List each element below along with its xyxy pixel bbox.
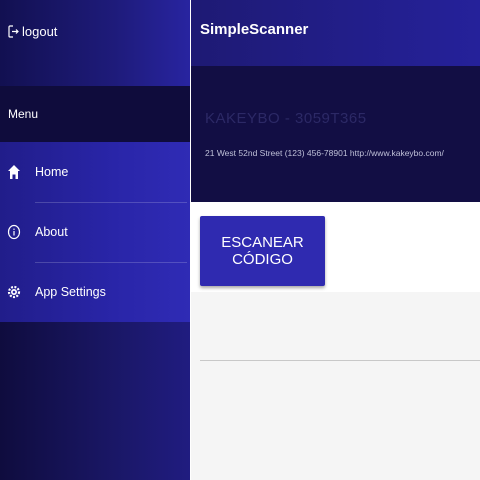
company-address: 21 West 52nd Street (123) 456-78901 http…: [205, 148, 444, 158]
sidebar-item-about[interactable]: About: [0, 202, 190, 262]
sidebar-item-home[interactable]: Home: [0, 142, 190, 202]
scan-code-button[interactable]: ESCANEAR CÓDIGO: [200, 216, 325, 286]
side-menu-empty-area: [0, 322, 190, 480]
scan-section: ESCANEAR CÓDIGO: [191, 202, 480, 292]
sidebar-item-app-settings[interactable]: App Settings: [0, 262, 190, 322]
menu-title: Menu: [8, 107, 39, 121]
logout-icon: [8, 24, 19, 38]
scan-result-area: [191, 292, 480, 480]
app-title: SimpleScanner: [200, 21, 309, 38]
company-name: KAKEYBO - 3059T365: [205, 110, 367, 127]
result-divider: [200, 360, 480, 361]
menu-title-bar: Menu: [0, 86, 190, 142]
sidebar-item-label: About: [35, 225, 68, 239]
company-card: KAKEYBO - 3059T365 21 West 52nd Street (…: [191, 66, 480, 202]
sidebar-item-label: App Settings: [35, 285, 106, 299]
home-icon: [6, 163, 22, 181]
settings-icon: [6, 283, 22, 301]
logout-button[interactable]: logout: [8, 22, 57, 40]
main-content: SimpleScanner KAKEYBO - 3059T365 21 West…: [191, 0, 480, 480]
side-menu: logout Menu Home About App Settings: [0, 0, 190, 480]
menu-list: Home About App Settings: [0, 142, 190, 322]
app-toolbar: SimpleScanner: [191, 0, 480, 66]
logout-label: logout: [22, 23, 58, 39]
side-menu-header-area: logout: [0, 0, 190, 86]
info-icon: [6, 223, 22, 241]
sidebar-item-label: Home: [35, 165, 69, 179]
